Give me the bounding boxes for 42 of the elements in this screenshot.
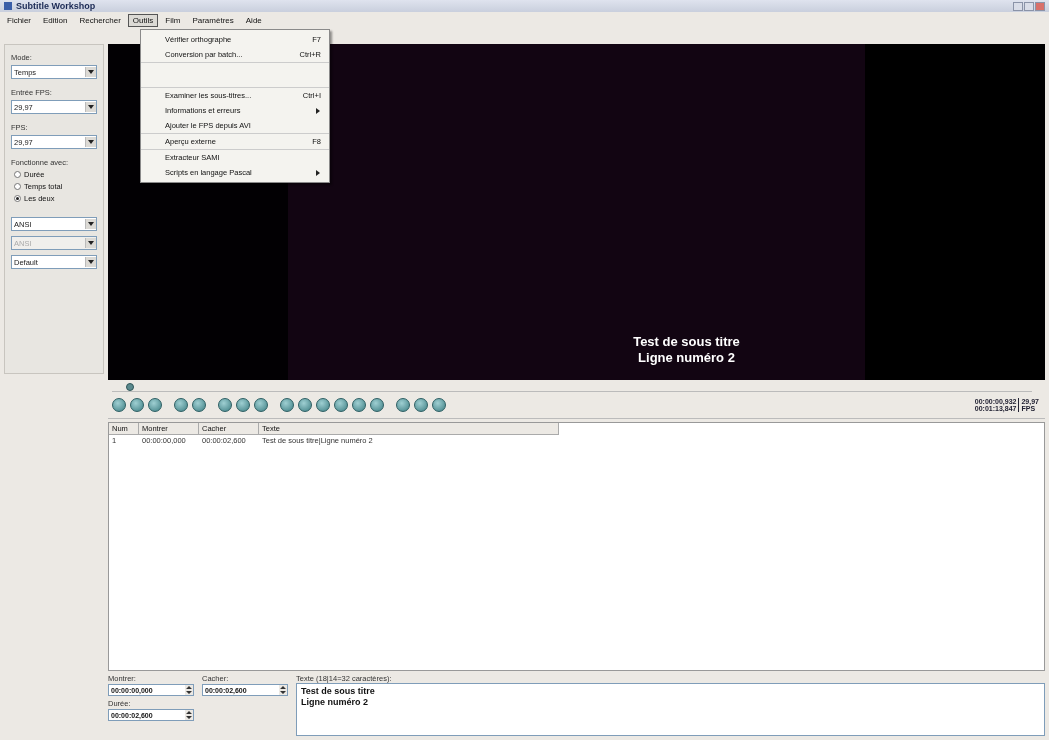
dropdown-arrow-icon — [88, 105, 94, 109]
player-button[interactable] — [352, 398, 366, 412]
menu-item[interactable]: Paramètres — [187, 13, 239, 27]
seek-slider[interactable] — [112, 383, 1032, 392]
dropdown-arrow-icon — [88, 241, 94, 245]
player-button[interactable] — [112, 398, 126, 412]
spin-arrows-icon[interactable] — [279, 685, 287, 695]
player-button[interactable] — [174, 398, 188, 412]
dropdown-arrow-icon — [88, 260, 94, 264]
menu-item[interactable]: Edition — [38, 13, 73, 27]
player-button[interactable] — [334, 398, 348, 412]
player-button[interactable] — [280, 398, 294, 412]
player-button[interactable] — [254, 398, 268, 412]
subtitle-text: Test de sous titre — [633, 334, 740, 350]
window-title: Subtitle Workshop — [16, 1, 96, 11]
chevron-icon — [315, 107, 321, 114]
player-button[interactable] — [130, 398, 144, 412]
chevron-icon — [315, 169, 321, 176]
menu-item[interactable]: Aide — [240, 13, 267, 27]
player-button[interactable] — [148, 398, 162, 412]
subtitle-text: Ligne numéro 2 — [638, 350, 735, 366]
menu-item[interactable]: Rechercher — [74, 13, 126, 27]
player-button[interactable] — [414, 398, 428, 412]
player-button[interactable] — [396, 398, 410, 412]
spin-arrows-icon[interactable] — [185, 710, 193, 720]
menu-item[interactable]: Film — [160, 13, 186, 27]
player-button[interactable] — [432, 398, 446, 412]
player-button[interactable] — [370, 398, 384, 412]
subtitle-text-field[interactable]: Test de sous titre Ligne numéro 2 — [296, 683, 1045, 736]
player-button[interactable] — [298, 398, 312, 412]
dropdown-arrow-icon — [88, 222, 94, 226]
dropdown-arrow-icon — [88, 140, 94, 144]
player-button[interactable] — [316, 398, 330, 412]
close-button[interactable] — [1035, 1, 1045, 11]
player-button[interactable] — [218, 398, 232, 412]
player-button[interactable] — [236, 398, 250, 412]
spin-arrows-icon[interactable] — [185, 685, 193, 695]
menu-item[interactable]: Fichier — [2, 13, 36, 27]
dropdown-arrow-icon — [88, 70, 94, 74]
app-icon — [4, 2, 12, 10]
menu-item[interactable]: Outils — [127, 13, 159, 27]
player-button[interactable] — [192, 398, 206, 412]
